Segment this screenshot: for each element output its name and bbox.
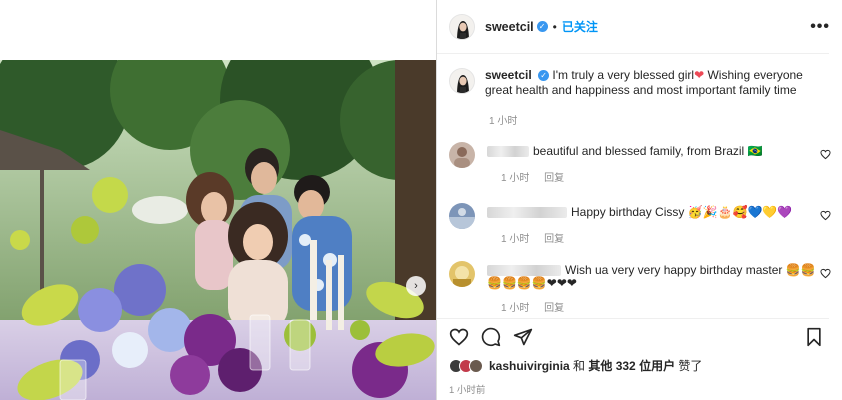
- reply-button[interactable]: 回复: [544, 173, 564, 184]
- red-heart-emoji: ❤: [694, 68, 705, 82]
- comment-bubble-icon[interactable]: [481, 327, 501, 347]
- header-separator: •: [552, 19, 557, 34]
- likes-text: kashuivirginia 和 其他 332 位用户 赞了: [489, 357, 702, 374]
- comment-timestamp[interactable]: 1 小时: [501, 173, 529, 184]
- instagram-post-window: › sweetcil ✓ • 已关注 ••• sweetcil ✓ I'm tr…: [0, 0, 842, 400]
- caption-text: sweetcil ✓ I'm truly a very blessed girl…: [485, 68, 821, 98]
- others-liked-link[interactable]: 其他 332 位用户: [588, 359, 675, 373]
- comment-timestamp[interactable]: 1 小时: [501, 303, 529, 314]
- more-options-icon[interactable]: •••: [810, 18, 830, 36]
- comment-text: beautiful and blessed family, from Brazi…: [533, 144, 763, 158]
- follow-status-button[interactable]: 已关注: [562, 18, 598, 35]
- comment-text: Happy birthday Cissy 🥳🎉🎂🥰💙💛💜: [571, 205, 793, 219]
- liker-avatar[interactable]: [469, 358, 483, 373]
- comment-like-heart-icon[interactable]: [820, 210, 831, 221]
- caption-body-start: I'm truly a very blessed girl: [552, 68, 695, 82]
- bookmark-icon[interactable]: [805, 327, 823, 347]
- commenter-avatar[interactable]: [449, 203, 475, 229]
- post-action-bar: [437, 318, 829, 354]
- comment-item: beautiful and blessed family, from Brazi…: [449, 142, 831, 186]
- caption-author-avatar[interactable]: [449, 68, 475, 94]
- comment-item: Happy birthday Cissy 🥳🎉🎂🥰💙💛💜 1 小时 回复: [449, 203, 831, 247]
- reply-button[interactable]: 回复: [544, 303, 564, 314]
- heart-outline-icon[interactable]: [449, 327, 469, 347]
- caption-username[interactable]: sweetcil: [485, 68, 532, 82]
- comment-timestamp[interactable]: 1 小时: [501, 234, 529, 245]
- first-liker-link[interactable]: kashuivirginia: [489, 359, 570, 373]
- next-photo-button[interactable]: ›: [406, 276, 426, 296]
- paper-plane-icon[interactable]: [513, 327, 533, 347]
- commenter-avatar[interactable]: [449, 261, 475, 287]
- caption-timestamp[interactable]: 1 小时: [489, 112, 517, 127]
- party-photo-image: [0, 60, 436, 400]
- post-photo[interactable]: ›: [0, 60, 436, 400]
- likes-summary: kashuivirginia 和 其他 332 位用户 赞了: [449, 357, 702, 374]
- avatar-photo-icon: [449, 142, 475, 168]
- verified-badge-icon: ✓: [536, 21, 548, 32]
- comment-meta: 1 小时 回复: [501, 169, 564, 184]
- post-side-panel: sweetcil ✓ • 已关注 ••• sweetcil ✓ I'm trul…: [437, 0, 842, 400]
- likes-and: 和: [569, 359, 589, 373]
- blurred-username[interactable]: [487, 207, 567, 218]
- post-caption: sweetcil ✓ I'm truly a very blessed girl…: [449, 68, 821, 98]
- avatar-photo-icon: [449, 203, 475, 229]
- author-avatar[interactable]: [449, 13, 475, 40]
- blurred-username[interactable]: [487, 146, 529, 157]
- likes-verb: 赞了: [675, 359, 703, 373]
- avatar-portrait-icon: [450, 14, 474, 39]
- author-username[interactable]: sweetcil: [485, 20, 534, 34]
- comment-text-continued: 🍔🍔🍔🍔❤❤❤: [487, 276, 577, 290]
- post-header: sweetcil ✓ • 已关注: [437, 0, 829, 54]
- comment-item: Wish ua very very happy birthday master …: [449, 261, 831, 314]
- reply-button[interactable]: 回复: [544, 234, 564, 245]
- comment-text: Wish ua very very happy birthday master …: [565, 263, 816, 277]
- avatar-portrait-icon: [450, 69, 474, 93]
- commenter-avatar[interactable]: [449, 142, 475, 168]
- comment-meta: 1 小时 回复: [501, 299, 564, 314]
- comment-like-heart-icon[interactable]: [820, 268, 831, 279]
- post-timestamp[interactable]: 1 小时前: [449, 382, 485, 396]
- comment-meta: 1 小时 回复: [501, 230, 564, 245]
- chevron-right-icon: ›: [414, 280, 418, 292]
- comment-like-heart-icon[interactable]: [820, 149, 831, 160]
- verified-badge-icon: ✓: [538, 70, 550, 82]
- avatar-photo-icon: [449, 261, 475, 287]
